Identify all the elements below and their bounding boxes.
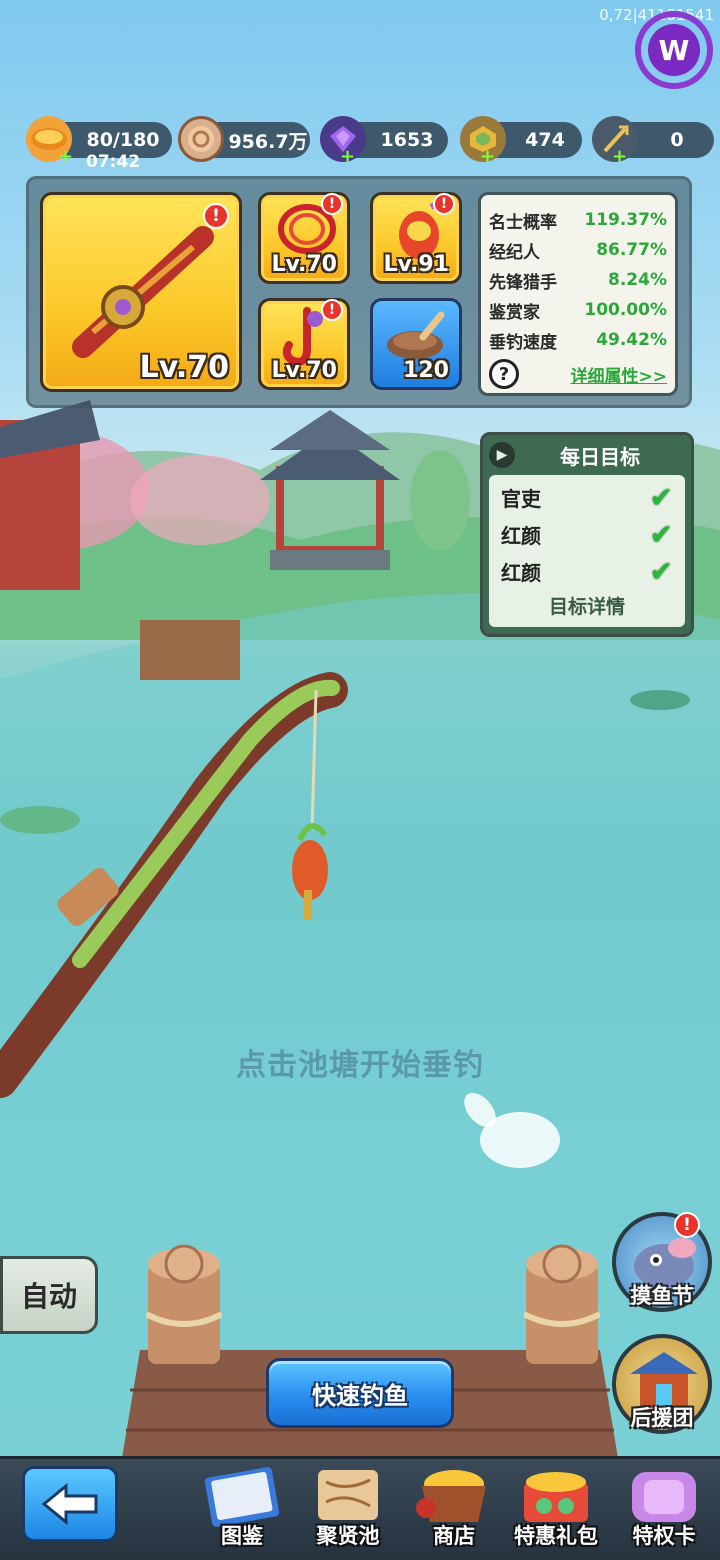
dock-post-left	[146, 1244, 222, 1364]
stat-value: 8.24%	[608, 270, 667, 290]
quick-fish-button[interactable]: 快速钓鱼	[266, 1358, 454, 1428]
stat-value: 86.77%	[596, 240, 667, 260]
goal-details-button[interactable]: 目标详情	[501, 592, 673, 619]
stat-row: 垂钓速度 49.42%	[489, 325, 667, 355]
help-icon[interactable]: ?	[489, 359, 519, 389]
auto-fish-button[interactable]: 自动	[0, 1256, 98, 1334]
nav-label-privilege-card: 特权卡	[632, 1524, 696, 1548]
stat-row: 先锋猎手 8.24%	[489, 265, 667, 295]
app-logo: W	[635, 11, 713, 89]
detailed-attributes-link[interactable]: 详细属性>>	[571, 362, 668, 387]
hook-level: Lv.70	[271, 358, 337, 383]
stat-name: 垂钓速度	[489, 332, 557, 353]
stat-name: 名士概率	[489, 212, 557, 233]
nav-item-shop[interactable]: 商店	[404, 1462, 504, 1556]
nav-item-privilege-card[interactable]: 特权卡	[614, 1462, 714, 1556]
nav-label-talent-pool: 聚贤池	[316, 1524, 380, 1548]
stats-footer: ? 详细属性>>	[489, 359, 667, 389]
collapse-arrow-icon[interactable]: ▶	[489, 442, 515, 468]
stamina-timer: 07:42	[86, 152, 141, 172]
nav-label-codex: 图鉴	[221, 1524, 263, 1548]
daily-goals-list: 官吏 ✔ 红颜 ✔ 红颜 ✔ 目标详情	[489, 475, 685, 627]
nav-label-special-offers: 特惠礼包	[514, 1524, 598, 1548]
nav-item-talent-pool[interactable]: 聚贤池	[298, 1462, 398, 1556]
festival-alert-badge: !	[674, 1212, 700, 1238]
checkmark-icon: ✔	[649, 481, 673, 514]
checkmark-icon: ✔	[649, 518, 673, 551]
stat-value: 49.42%	[596, 330, 667, 350]
coin-value: 956.7万	[228, 130, 308, 153]
nav-item-codex[interactable]: 图鉴	[192, 1462, 292, 1556]
rod-level: Lv.70	[139, 350, 229, 385]
token-add-icon[interactable]: +	[480, 148, 495, 166]
goal-label: 红颜	[501, 561, 541, 585]
stat-row: 名士概率 119.37%	[489, 205, 667, 235]
gem-add-icon[interactable]: +	[340, 148, 355, 166]
hook-alert-badge: !	[321, 299, 343, 321]
trident-add-icon[interactable]: +	[612, 148, 627, 166]
gem-value: 1653	[380, 129, 434, 151]
bait-count: 120	[403, 358, 449, 383]
coin-icon	[178, 116, 224, 162]
dock-post-right	[524, 1244, 600, 1364]
nav-label-shop: 商店	[433, 1524, 475, 1548]
svg-text:W: W	[659, 34, 690, 67]
bait-slot[interactable]: 120	[370, 298, 462, 390]
rod-alert-badge: !	[203, 203, 229, 229]
support-team-button[interactable]: 后援团	[612, 1334, 712, 1434]
trident-value: 0	[670, 129, 684, 151]
stat-row: 经纪人 86.77%	[489, 235, 667, 265]
goal-label: 官吏	[501, 487, 541, 511]
attribute-stats-panel: 名士概率 119.37% 经纪人 86.77% 先锋猎手 8.24% 鉴赏家 100.0…	[478, 192, 678, 396]
token-value: 474	[525, 129, 565, 151]
checkmark-icon: ✔	[649, 555, 673, 588]
line-alert-badge: !	[321, 193, 343, 215]
tap-pond-hint: 点击池塘开始垂钓	[236, 1048, 484, 1083]
fishing-festival-label: 摸鱼节	[630, 1284, 694, 1308]
goal-label: 红颜	[501, 524, 541, 548]
stat-row: 鉴赏家 100.00%	[489, 295, 667, 325]
goal-item: 官吏 ✔	[501, 479, 673, 516]
goal-item: 红颜 ✔	[501, 516, 673, 553]
rod-slot[interactable]: Lv.70 !	[40, 192, 242, 392]
float-level: Lv.91	[383, 252, 449, 277]
stamina-value: 80/180	[86, 129, 160, 151]
pond-water[interactable]	[0, 560, 720, 1460]
stat-name: 经纪人	[489, 242, 540, 263]
daily-goals-panel: ▶ 每日目标 官吏 ✔ 红颜 ✔ 红颜 ✔ 目标详情	[480, 432, 694, 637]
stat-name: 鉴赏家	[489, 302, 540, 323]
back-arrow-icon	[41, 1482, 98, 1526]
goal-item: 红颜 ✔	[501, 553, 673, 590]
stat-value: 100.00%	[584, 300, 667, 320]
stat-name: 先锋猎手	[489, 272, 557, 293]
line-slot[interactable]: Lv.70 !	[258, 192, 350, 284]
line-level: Lv.70	[271, 252, 337, 277]
daily-goals-title: 每日目标	[560, 444, 640, 469]
float-slot[interactable]: Lv.91 !	[370, 192, 462, 284]
nav-item-special-offers[interactable]: 特惠礼包	[508, 1462, 604, 1556]
hook-slot[interactable]: Lv.70 !	[258, 298, 350, 390]
stamina-add-icon[interactable]: +	[58, 148, 73, 166]
back-button[interactable]	[22, 1466, 118, 1542]
support-team-label: 后援团	[630, 1406, 694, 1430]
float-alert-badge: !	[433, 193, 455, 215]
stat-value: 119.37%	[584, 210, 667, 230]
